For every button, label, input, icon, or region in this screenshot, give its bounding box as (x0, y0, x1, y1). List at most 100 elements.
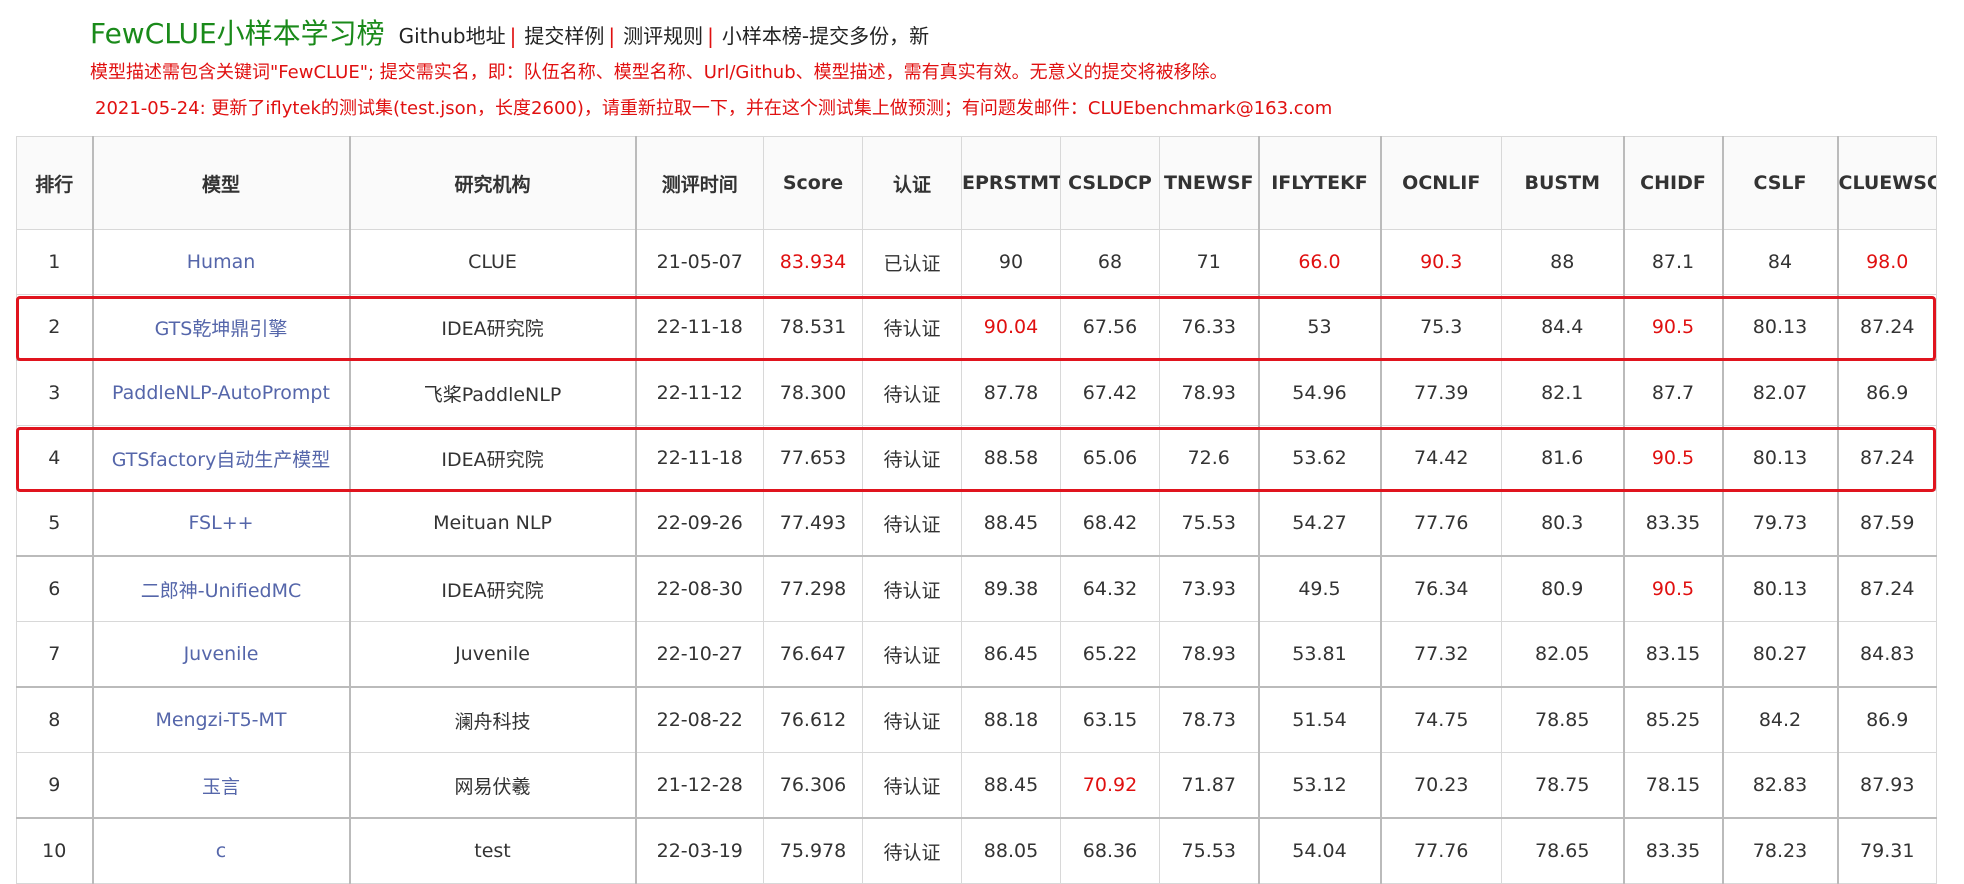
column-header: TNEWSF (1159, 136, 1259, 230)
table-cell: 84.4 (1501, 294, 1624, 361)
table-cell: 80.13 (1721, 294, 1838, 361)
table-cell: 54.27 (1257, 490, 1381, 557)
table-cell: 21-12-28 (634, 752, 764, 819)
table-cell: 77.653 (763, 425, 863, 491)
table-cell: 待认证 (862, 752, 962, 819)
table-cell: 待认证 (862, 425, 962, 491)
model-link[interactable]: 玉言 (202, 776, 240, 798)
table-cell: 75.978 (763, 817, 863, 884)
table-cell: test (348, 817, 636, 884)
table-cell: 90.5 (1622, 555, 1723, 622)
table-cell: 81.6 (1501, 425, 1624, 491)
table-cell: 88.45 (961, 752, 1061, 819)
column-header: 排行 (16, 136, 93, 230)
table-cell: 49.5 (1257, 555, 1381, 622)
table-cell: 澜舟科技 (348, 686, 636, 753)
table-row: 4 GTSfactory自动生产模型 IDEA研究院 22-11-18 77.653 待认… (16, 425, 1937, 491)
nav-link-submit-example[interactable]: 提交样例 (524, 20, 604, 49)
table-cell: 87.24 (1836, 425, 1937, 491)
table-cell: 98.0 (1836, 229, 1937, 295)
table-cell: 86.9 (1836, 359, 1937, 426)
model-cell: Human (91, 229, 350, 295)
table-cell: 72.6 (1159, 425, 1259, 491)
nav-link-small-sample-board[interactable]: 小样本榜-提交多份，新 (722, 20, 929, 49)
table-cell: CLUE (348, 229, 636, 295)
table-cell: 待认证 (862, 555, 962, 622)
model-link[interactable]: Mengzi-T5-MT (155, 709, 286, 731)
table-cell: 1 (16, 229, 93, 295)
table-cell: 22-11-18 (634, 294, 764, 361)
table-cell: 87.59 (1836, 490, 1937, 557)
leaderboard-table: 排行 模型 研究机构 测评时间 Score 认证 EPRSTMT CSLDCP TNEWSF IF… (16, 136, 1937, 884)
table-cell: 88 (1501, 229, 1624, 295)
table-cell: 77.493 (763, 490, 863, 557)
table-cell: 88.45 (961, 490, 1061, 557)
table-cell: 53 (1257, 294, 1381, 361)
table-cell: 22-10-27 (634, 621, 764, 688)
table-cell: 网易伏羲 (348, 752, 636, 819)
table-row: 1 Human CLUE 21-05-07 83.934 已认证 90 68 71 66.0 90.… (16, 229, 1937, 295)
table-cell: 75.3 (1379, 294, 1502, 361)
model-link[interactable]: 二郎神-UnifiedMC (141, 580, 301, 602)
table-cell: 7 (16, 621, 93, 688)
table-cell: 90.04 (961, 294, 1061, 361)
table-cell: 82.1 (1501, 359, 1624, 426)
table-cell: 82.05 (1501, 621, 1624, 688)
table-cell: 90 (961, 229, 1061, 295)
model-link[interactable]: GTSfactory自动生产模型 (112, 449, 331, 471)
table-cell: 53.81 (1257, 621, 1381, 688)
submission-notice: 模型描述需包含关键词"FewCLUE"; 提交需实名，即：队伍名称、模型名称、U… (90, 62, 1228, 83)
table-cell: 3 (16, 359, 93, 426)
table-body: 1 Human CLUE 21-05-07 83.934 已认证 90 68 71 66.0 90.… (16, 229, 1937, 884)
table-cell: 87.1 (1622, 229, 1723, 295)
model-link[interactable]: PaddleNLP-AutoPrompt (112, 382, 330, 404)
table-cell: 待认证 (862, 490, 962, 557)
table-cell: 78.73 (1159, 686, 1259, 753)
table-cell: 67.56 (1060, 294, 1160, 361)
table-cell: 待认证 (862, 294, 962, 361)
model-link[interactable]: Human (187, 251, 256, 273)
table-cell: 84.83 (1836, 621, 1937, 688)
table-cell: IDEA研究院 (348, 555, 636, 622)
table-cell: 80.27 (1721, 621, 1838, 688)
table-cell: 5 (16, 490, 93, 557)
table-cell: 89.38 (961, 555, 1061, 622)
table-cell: 83.35 (1622, 490, 1723, 557)
table-cell: 68 (1060, 229, 1160, 295)
model-link[interactable]: c (216, 840, 226, 862)
table-cell: Meituan NLP (348, 490, 636, 557)
table-cell: 78.93 (1159, 621, 1259, 688)
table-cell: 78.15 (1622, 752, 1723, 819)
model-link[interactable]: GTS乾坤鼎引擎 (155, 318, 288, 340)
table-cell: 88.58 (961, 425, 1061, 491)
model-link[interactable]: FSL++ (188, 512, 253, 534)
table-cell: IDEA研究院 (348, 294, 636, 361)
nav-link-rules[interactable]: 测评规则 (623, 20, 703, 49)
table-row: 7 Juvenile Juvenile 22-10-27 76.647 待认证 86.45 6… (16, 621, 1937, 688)
model-cell: GTS乾坤鼎引擎 (91, 294, 350, 361)
table-cell: 80.9 (1501, 555, 1624, 622)
table-cell: 22-03-19 (634, 817, 764, 884)
table-cell: 待认证 (862, 817, 962, 884)
model-cell: PaddleNLP-AutoPrompt (91, 359, 350, 426)
column-header: Score (763, 136, 863, 230)
table-cell: 54.96 (1257, 359, 1381, 426)
model-cell: 玉言 (91, 752, 350, 819)
table-cell: 51.54 (1257, 686, 1381, 753)
table-cell: 74.75 (1379, 686, 1502, 753)
nav-link-github[interactable]: Github地址 (399, 20, 506, 49)
column-header: IFLYTEKF (1257, 136, 1381, 230)
table-cell: 90.5 (1622, 425, 1723, 491)
table-cell: 78.531 (763, 294, 863, 361)
column-header: EPRSTMT (961, 136, 1061, 230)
table-cell: 77.39 (1379, 359, 1502, 426)
table-cell: 75.53 (1159, 490, 1259, 557)
table-cell: 已认证 (862, 229, 962, 295)
table-cell: 84.2 (1721, 686, 1838, 753)
table-cell: 67.42 (1060, 359, 1160, 426)
table-cell: 86.9 (1836, 686, 1937, 753)
table-cell: 80.13 (1721, 555, 1838, 622)
model-link[interactable]: Juvenile (184, 643, 259, 665)
table-cell: 6 (16, 555, 93, 622)
table-row: 8 Mengzi-T5-MT 澜舟科技 22-08-22 76.612 待认证 88.18 6… (16, 686, 1937, 753)
